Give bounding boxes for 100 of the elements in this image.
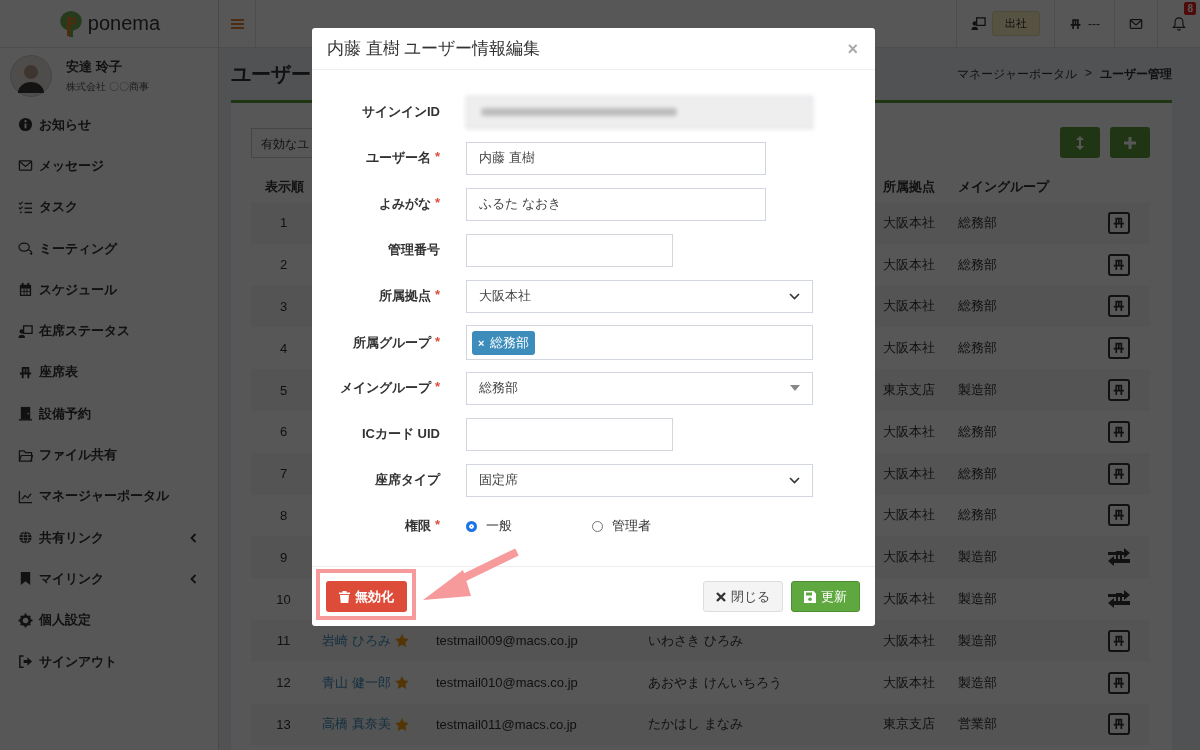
add-button[interactable] <box>1110 127 1150 158</box>
sort-button[interactable] <box>1060 127 1100 158</box>
status-badge[interactable]: 出社 <box>992 11 1040 36</box>
close-button[interactable]: × <box>845 39 860 58</box>
table-cell-text: たかはし まなみ <box>647 715 744 734</box>
radio-button[interactable] <box>466 520 477 532</box>
chair-button-icon[interactable] <box>1108 504 1130 527</box>
select-field[interactable]: 固定席 <box>466 463 813 497</box>
table-cell-text: 総務部 <box>957 339 998 358</box>
table-cell-text: 11 <box>275 633 292 649</box>
table-cell-text: 大阪本社 <box>882 213 936 232</box>
up-down-arrow-icon <box>1076 135 1084 150</box>
globe-icon <box>18 530 33 546</box>
menu-item[interactable]: 在席ステータス <box>0 310 218 352</box>
table-cell-text: 3 <box>278 299 289 314</box>
menu-item[interactable]: サインアウト <box>0 640 218 683</box>
disable-button[interactable]: 無効化 <box>326 581 407 612</box>
user-name-link[interactable]: 高橋 真奈美 <box>322 715 391 734</box>
table-cell-text: 総務部 <box>957 297 998 316</box>
chair-button-icon[interactable] <box>1108 253 1130 276</box>
menu-item[interactable]: スケジュール <box>0 269 218 311</box>
calendar-icon <box>18 282 33 298</box>
chair-button-icon[interactable] <box>1108 462 1130 485</box>
radio-label[interactable]: 一般 <box>486 517 512 535</box>
text-field[interactable]: 内藤 直樹 <box>466 141 766 175</box>
table-cell-text: 総務部 <box>957 464 998 483</box>
combo-box[interactable]: 総務部 <box>466 371 813 405</box>
table-cell-text: 6 <box>278 424 289 440</box>
chevron-down-icon <box>789 476 800 484</box>
menu-item[interactable]: ミーティング <box>0 227 218 270</box>
field-label: ユーザー名 <box>365 149 431 167</box>
breadcrumb-separator: > <box>1085 65 1092 82</box>
chair-button-icon[interactable] <box>1108 420 1130 443</box>
user-name: 安達 玲子 <box>66 58 123 76</box>
menu-item[interactable]: マネージャーポータル <box>0 475 218 517</box>
table-cell-text: 東京支店 <box>882 381 936 400</box>
menu-item[interactable]: タスク <box>0 186 218 228</box>
bell-icon[interactable] <box>1172 16 1186 31</box>
menu-item[interactable]: マイリンク <box>0 558 218 600</box>
chair-icon[interactable] <box>1069 16 1082 31</box>
column-header: メイングループ <box>957 178 1051 196</box>
menu-item[interactable]: お知らせ <box>0 104 218 146</box>
table-cell-text: 大阪本社 <box>882 422 936 441</box>
menu-item[interactable]: メッセージ <box>0 145 218 187</box>
tag-chip[interactable]: × 総務部 <box>472 330 536 355</box>
text-field[interactable] <box>466 417 673 451</box>
field-label: 所属拠点 <box>378 287 431 305</box>
gear-icon <box>18 612 33 628</box>
chair-button-icon[interactable] <box>1108 713 1130 736</box>
text-field[interactable]: ふるた なおき <box>466 187 766 221</box>
menu-item[interactable]: ファイル共有 <box>0 434 218 476</box>
chair-button-icon[interactable] <box>1108 379 1130 402</box>
avatar <box>10 55 52 97</box>
radio-label[interactable]: 管理者 <box>612 517 651 535</box>
table-cell-text: 製造部 <box>957 673 998 692</box>
field-label: よみがな <box>378 195 431 213</box>
radio-button[interactable] <box>592 520 603 532</box>
required-mark: * <box>434 287 440 304</box>
chevron-down-icon <box>789 292 800 300</box>
required-mark: * <box>434 517 440 534</box>
chair-button-icon[interactable] <box>1108 211 1130 234</box>
seat-text: --- <box>1088 16 1100 31</box>
table-cell-text: 4 <box>278 340 289 356</box>
update-button[interactable]: 更新 <box>791 581 860 612</box>
envelope-icon <box>18 158 33 174</box>
chair-icon <box>18 364 33 380</box>
user-name-link[interactable]: 岩崎 ひろみ <box>322 631 391 650</box>
field-label: ICカード UID <box>362 425 440 443</box>
field-label: メイングループ <box>339 379 431 397</box>
chair-button-icon[interactable] <box>1108 337 1130 360</box>
menu-item[interactable]: 個人設定 <box>0 599 218 641</box>
field-label: 座席タイプ <box>375 471 440 489</box>
tag-field[interactable]: × 総務部 <box>466 325 813 360</box>
chair-button-icon[interactable] <box>1108 671 1130 694</box>
menu-item[interactable]: 共有リンク <box>0 516 218 559</box>
table-cell-text: 大阪本社 <box>882 464 936 483</box>
swap-arrows-icon[interactable] <box>1106 547 1132 568</box>
table-cell-text: 大阪本社 <box>882 255 936 274</box>
table-cell-text: 大阪本社 <box>882 297 936 316</box>
menu-icon[interactable] <box>230 17 244 30</box>
dropdown-triangle-icon <box>790 385 800 391</box>
close-button[interactable]: 閉じる <box>703 581 783 612</box>
table-cell-text: 総務部 <box>957 213 998 232</box>
table-cell-text: 東京支店 <box>882 715 936 734</box>
chair-button-icon[interactable] <box>1108 629 1130 652</box>
swap-arrows-icon[interactable] <box>1106 589 1132 610</box>
menu-item[interactable]: 設備予約 <box>0 393 218 435</box>
field-label: 権限 <box>404 517 431 535</box>
table-cell-text: 総務部 <box>957 255 998 274</box>
breadcrumb-link[interactable]: マネージャーポータル <box>957 65 1077 83</box>
menu-item[interactable]: 座席表 <box>0 351 218 394</box>
table-cell-text: いわさき ひろみ <box>647 631 744 650</box>
table-cell-text: 大阪本社 <box>882 339 936 358</box>
text-field[interactable] <box>466 233 673 267</box>
chair-button-icon[interactable] <box>1108 295 1130 318</box>
table-cell-text: 総務部 <box>957 422 998 441</box>
envelope-icon[interactable] <box>1129 16 1143 31</box>
select-field[interactable]: 大阪本社 <box>466 279 813 313</box>
person-board-icon[interactable] <box>971 16 986 31</box>
table-cell-text: あおやま けんいちろう <box>647 673 783 692</box>
